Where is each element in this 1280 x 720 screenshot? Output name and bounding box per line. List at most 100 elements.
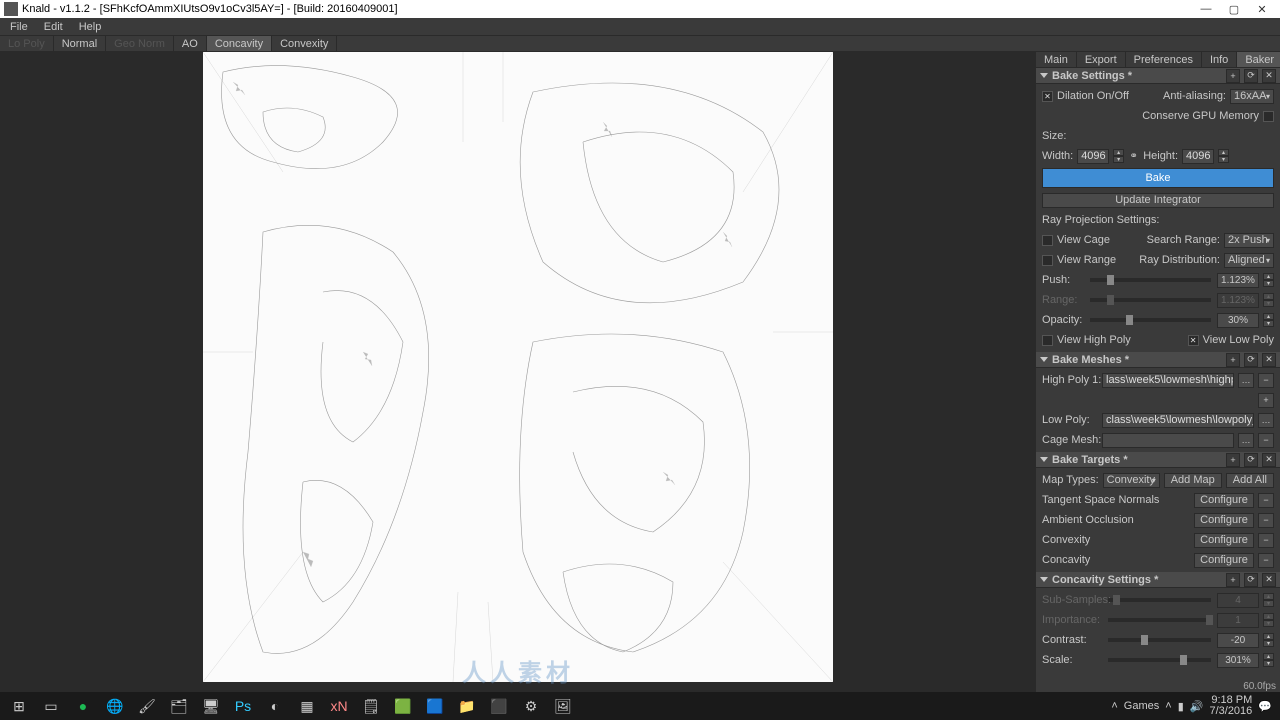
notifications-icon[interactable]: 💬 [1258,700,1272,713]
target-remove-button[interactable]: − [1258,533,1274,548]
height-input[interactable]: 4096 [1182,149,1214,164]
raydist-dropdown[interactable]: Aligned [1224,253,1274,268]
section-add-button[interactable]: + [1226,353,1240,367]
section-bake-targets-header[interactable]: Bake Targets * + ⟳ ✕ [1036,452,1280,468]
section-add-button[interactable]: + [1226,453,1240,467]
taskview-button[interactable]: ▭ [36,693,66,719]
scale-spinner[interactable]: ▴▾ [1263,653,1274,667]
taskbar-app[interactable]: xN [324,693,354,719]
section-close-button[interactable]: ✕ [1262,353,1276,367]
section-reset-button[interactable]: ⟳ [1244,573,1258,587]
close-button[interactable]: ✕ [1248,1,1276,17]
taskbar-app[interactable]: 🖌 [132,693,162,719]
section-reset-button[interactable]: ⟳ [1244,453,1258,467]
viewlow-checkbox[interactable] [1188,335,1199,346]
section-concavity-settings-header[interactable]: Concavity Settings * + ⟳ ✕ [1036,572,1280,588]
search-range-dropdown[interactable]: 2x Push [1224,233,1274,248]
opacity-slider[interactable] [1090,318,1211,322]
opacity-spinner[interactable]: ▴▾ [1263,313,1274,327]
section-reset-button[interactable]: ⟳ [1244,69,1258,83]
menu-file[interactable]: File [4,21,34,33]
highpoly-remove-button[interactable]: − [1258,373,1274,388]
gpu-checkbox[interactable] [1263,111,1274,122]
configure-button[interactable]: Configure [1194,553,1254,568]
section-reset-button[interactable]: ⟳ [1244,353,1258,367]
side-tab-info[interactable]: Info [1202,52,1237,67]
section-close-button[interactable]: ✕ [1262,69,1276,83]
section-bake-settings-header[interactable]: Bake Settings * + ⟳ ✕ [1036,68,1280,84]
menu-edit[interactable]: Edit [38,21,69,33]
start-button[interactable]: ⊞ [4,693,34,719]
minimize-button[interactable]: — [1192,1,1220,17]
contrast-slider[interactable] [1108,638,1211,642]
width-spinner[interactable]: ▴▾ [1113,149,1124,163]
maptypes-dropdown[interactable]: Convexity [1103,473,1160,488]
viewrange-checkbox[interactable] [1042,255,1053,266]
contrast-value[interactable]: -20 [1217,633,1259,648]
viewcage-checkbox[interactable] [1042,235,1053,246]
section-add-button[interactable]: + [1226,573,1240,587]
lowpoly-input[interactable]: class\week5\lowmesh\lowpoly_mesh.obj [1102,413,1254,428]
height-spinner[interactable]: ▴▾ [1218,149,1229,163]
system-tray[interactable]: ˄ Games ˄ ▮ 🔊 9:18 PM 7/3/2016 💬 [1111,695,1276,717]
viewhigh-checkbox[interactable] [1042,335,1053,346]
tab-geonorm[interactable]: Geo Norm [106,36,174,51]
tab-convexity[interactable]: Convexity [272,36,337,51]
cagemesh-remove-button[interactable]: − [1258,433,1274,448]
section-add-button[interactable]: + [1226,69,1240,83]
push-spinner[interactable]: ▴▾ [1263,273,1274,287]
taskbar-app[interactable]: 🟦 [420,693,450,719]
tray-icon[interactable]: ▮ [1178,700,1184,713]
dilation-checkbox[interactable] [1042,91,1053,102]
taskbar-app[interactable]: 🗂 [164,693,194,719]
side-tab-preferences[interactable]: Preferences [1126,52,1202,67]
tray-expand-icon[interactable]: ˄ [1165,700,1171,712]
configure-button[interactable]: Configure [1194,493,1254,508]
taskbar-app[interactable]: ▦ [292,693,322,719]
scale-slider[interactable] [1108,658,1211,662]
lowpoly-browse-button[interactable]: … [1258,413,1274,428]
scale-value[interactable]: 301% [1217,653,1259,668]
configure-button[interactable]: Configure [1194,533,1254,548]
configure-button[interactable]: Configure [1194,513,1254,528]
section-close-button[interactable]: ✕ [1262,573,1276,587]
taskbar-app[interactable]: 🖼 [548,693,578,719]
contrast-spinner[interactable]: ▴▾ [1263,633,1274,647]
cagemesh-input[interactable] [1102,433,1234,448]
tab-ao[interactable]: AO [174,36,207,51]
viewport[interactable]: 人人素材 [0,52,1036,692]
menu-help[interactable]: Help [73,21,108,33]
bake-button[interactable]: Bake [1042,168,1274,188]
push-value[interactable]: 1.123% [1217,273,1259,288]
tab-lopoly[interactable]: Lo Poly [0,36,54,51]
addmap-button[interactable]: Add Map [1164,473,1222,488]
aa-dropdown[interactable]: 16xAA [1230,89,1274,104]
taskbar-app[interactable]: 🌐 [100,693,130,719]
target-remove-button[interactable]: − [1258,493,1274,508]
tray-clock[interactable]: 9:18 PM 7/3/2016 [1209,695,1252,717]
tray-icon[interactable]: 🔊 [1190,700,1204,713]
cagemesh-browse-button[interactable]: … [1238,433,1254,448]
taskbar-app[interactable]: 🟩 [388,693,418,719]
highpoly-browse-button[interactable]: … [1238,373,1254,388]
taskbar-app[interactable]: ⬛ [484,693,514,719]
taskbar-app[interactable]: ◐ [260,693,290,719]
section-bake-meshes-header[interactable]: Bake Meshes * + ⟳ ✕ [1036,352,1280,368]
side-tab-baker[interactable]: Baker [1237,52,1280,67]
side-tab-main[interactable]: Main [1036,52,1077,67]
tab-normal[interactable]: Normal [54,36,106,51]
taskbar-app[interactable]: 📁 [452,693,482,719]
taskbar-app[interactable]: 🗒 [356,693,386,719]
tab-concavity[interactable]: Concavity [207,36,272,51]
addall-button[interactable]: Add All [1226,473,1274,488]
target-remove-button[interactable]: − [1258,513,1274,528]
tray-expand-icon[interactable]: ˄ [1111,700,1117,712]
highpoly-input[interactable]: lass\week5\lowmesh\highpoly_mesh.obj [1102,373,1234,388]
link-icon[interactable]: ⚭ [1128,151,1139,162]
taskbar-app[interactable]: 🖥 [196,693,226,719]
taskbar-app[interactable]: ⚙ [516,693,546,719]
taskbar-app[interactable]: Ps [228,693,258,719]
taskbar-app[interactable]: ● [68,693,98,719]
push-slider[interactable] [1090,278,1211,282]
section-close-button[interactable]: ✕ [1262,453,1276,467]
